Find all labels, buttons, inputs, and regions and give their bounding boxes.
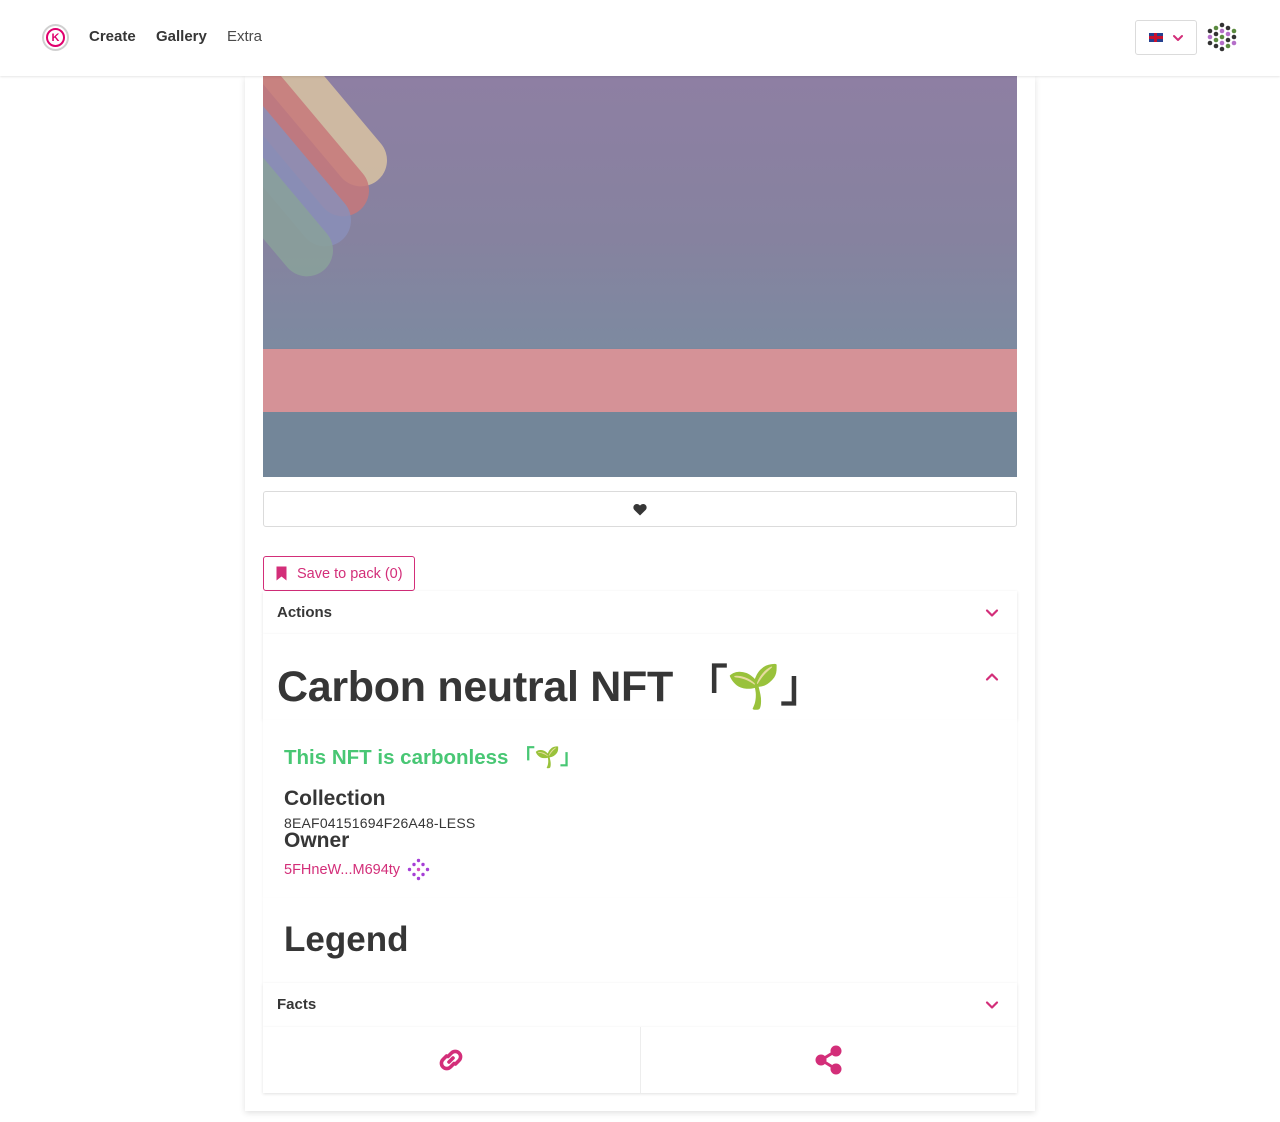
chevron-down-icon <box>985 1001 999 1009</box>
navbar: K Create Gallery Extra <box>0 0 1280 76</box>
nft-title: Carbon neutral NFT 「🌱」 <box>277 663 824 711</box>
language-select[interactable] <box>1135 20 1197 55</box>
nav-gallery-link[interactable]: Gallery <box>156 28 207 45</box>
link-icon <box>439 1049 463 1071</box>
nav-extra-link[interactable]: Extra <box>227 28 262 45</box>
owner-heading: Owner <box>284 829 350 852</box>
nft-artwork-image[interactable] <box>263 76 1017 477</box>
chevron-down-icon <box>1173 34 1183 41</box>
artwork-band <box>263 412 1017 477</box>
save-to-pack-label: Save to pack (0) <box>297 565 403 582</box>
heart-icon <box>633 503 647 515</box>
chevron-down-icon <box>985 609 999 617</box>
account-avatar[interactable] <box>1207 22 1237 52</box>
owner-link[interactable]: 5FHneW...M694ty <box>284 858 430 881</box>
collection-heading: Collection <box>284 787 386 810</box>
identicon-icon[interactable] <box>407 858 430 881</box>
nft-footer <box>263 1027 1017 1093</box>
actions-collapse[interactable]: Actions <box>263 591 1017 634</box>
kodadot-logo-icon[interactable]: K <box>42 24 69 51</box>
artwork-stripe <box>263 349 1017 412</box>
legend-heading: Legend <box>284 920 409 959</box>
uk-flag-icon <box>1149 33 1163 42</box>
nft-details: This NFT is carbonless 「🌱」 Collection 8E… <box>263 720 1017 898</box>
like-button[interactable] <box>263 491 1017 527</box>
nft-title-collapse[interactable]: Carbon neutral NFT 「🌱」 <box>263 634 1017 720</box>
carbon-note: This NFT is carbonless 「🌱」 <box>284 746 581 769</box>
copy-link-button[interactable] <box>263 1027 640 1093</box>
facts-collapse[interactable]: Facts <box>263 983 1017 1027</box>
owner-address[interactable]: 5FHneW...M694ty <box>284 862 400 878</box>
save-to-pack-button[interactable]: Save to pack (0) <box>263 556 415 591</box>
facts-label: Facts <box>277 996 317 1013</box>
bookmark-icon <box>276 566 287 581</box>
actions-label: Actions <box>277 604 333 621</box>
share-icon <box>815 1045 842 1075</box>
nav-create-link[interactable]: Create <box>89 28 136 45</box>
share-button[interactable] <box>639 1027 1018 1093</box>
legend-section: Legend <box>263 898 1017 983</box>
chevron-up-icon <box>985 673 999 681</box>
